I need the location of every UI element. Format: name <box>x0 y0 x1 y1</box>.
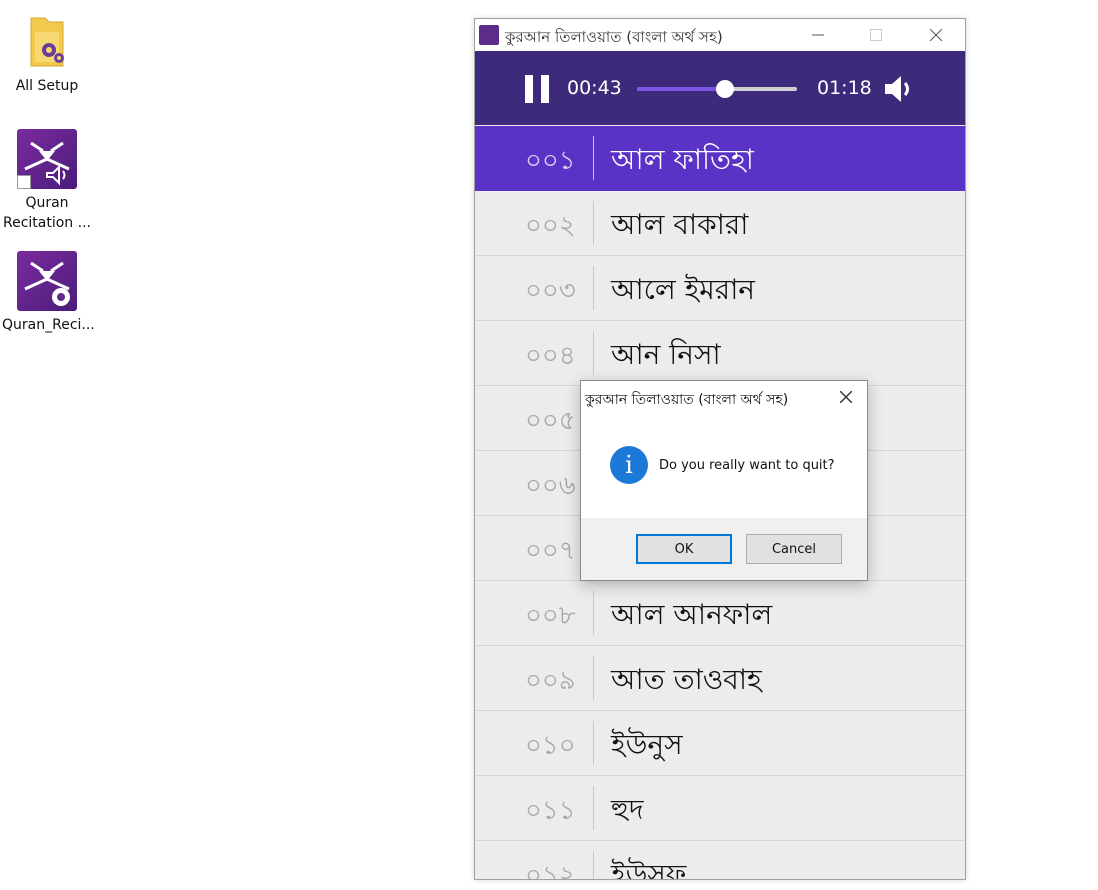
surah-name: আল আনফাল <box>611 598 773 631</box>
desktop-icon-label: Quran Recitation ... <box>3 195 91 231</box>
surah-name: আত তাওবাহ <box>611 663 762 696</box>
surah-name: আলে ইমরান <box>611 273 756 306</box>
surah-number: ০০৭ <box>525 536 576 566</box>
close-window-button[interactable] <box>907 19 965 51</box>
row-divider <box>593 266 594 310</box>
pause-button[interactable] <box>525 75 549 103</box>
row-divider <box>593 851 594 879</box>
close-icon <box>930 29 942 41</box>
quit-confirm-dialog: কুরআন তিলাওয়াত (বাংলা অর্থ সহ) i Do you… <box>580 380 868 581</box>
row-divider <box>593 136 594 180</box>
seek-slider-fill <box>637 87 725 91</box>
seek-slider[interactable] <box>637 80 797 98</box>
close-icon <box>840 391 852 403</box>
seek-slider-thumb[interactable] <box>716 80 734 98</box>
window-title: কুরআন তিলাওয়াত (বাংলা অর্থ সহ) <box>505 28 723 46</box>
elapsed-time: 00:43 <box>567 77 622 99</box>
surah-row[interactable]: ০১২ ইউসুফ <box>475 841 965 880</box>
audio-player-bar: 00:43 01:18 <box>475 51 965 125</box>
row-divider <box>593 591 594 635</box>
quran-speaker-icon <box>17 129 77 189</box>
surah-row[interactable]: ০০৩ আলে ইমরান <box>475 256 965 321</box>
app-logo-icon <box>479 25 499 45</box>
info-icon: i <box>610 446 648 484</box>
row-divider <box>593 786 594 830</box>
surah-number: ০১০ <box>525 731 576 761</box>
surah-number: ০০৪ <box>525 341 576 371</box>
dialog-message: Do you really want to quit? <box>659 458 835 473</box>
surah-row[interactable]: ০০৮ আল আনফাল <box>475 581 965 646</box>
shortcut-arrow-icon <box>17 175 31 189</box>
surah-name: আন নিসা <box>611 338 721 371</box>
surah-number: ০০৮ <box>525 601 576 631</box>
maximize-button[interactable] <box>847 19 905 51</box>
maximize-icon <box>870 29 882 41</box>
surah-number: ০০৫ <box>525 406 576 436</box>
surah-row[interactable]: ০০৯ আত তাওবাহ <box>475 646 965 711</box>
surah-name: ইউনুস <box>611 728 683 761</box>
cancel-button[interactable]: Cancel <box>746 534 842 564</box>
volume-icon <box>885 76 909 102</box>
window-titlebar[interactable]: কুরআন তিলাওয়াত (বাংলা অর্থ সহ) <box>475 19 965 51</box>
surah-row[interactable]: ০১০ ইউনুস <box>475 711 965 776</box>
minimize-button[interactable] <box>789 19 847 51</box>
surah-name: হুদ <box>611 793 644 826</box>
desktop-icon-label: Quran_Reci... <box>2 317 95 333</box>
quran-gear-icon <box>17 251 77 311</box>
row-divider <box>593 656 594 700</box>
desktop-icon-all-setup[interactable]: All Setup <box>2 12 92 96</box>
surah-number: ০০১ <box>525 146 576 176</box>
dialog-title: কুরআন তিলাওয়াত (বাংলা অর্থ সহ) <box>585 392 789 408</box>
surah-name: ইউসুফ <box>611 858 687 880</box>
surah-row[interactable]: ০০২ আল বাকারা <box>475 191 965 256</box>
dialog-footer: OK Cancel <box>581 518 867 580</box>
desktop-icon-quran-setup[interactable]: Quran_Reci... <box>2 251 95 335</box>
row-divider <box>593 201 594 245</box>
volume-button[interactable] <box>883 73 917 105</box>
surah-name: আল ফাতিহা <box>611 143 754 176</box>
desktop-icon-quran-recitation[interactable]: Quran Recitation ... <box>2 129 92 233</box>
surah-number: ০০২ <box>525 211 576 241</box>
surah-number: ০০৯ <box>525 666 576 696</box>
row-divider <box>593 331 594 375</box>
desktop-icon-label: All Setup <box>15 78 79 94</box>
surah-number: ০১১ <box>525 796 576 826</box>
surah-row[interactable]: ০০১ আল ফাতিহা <box>475 126 965 191</box>
total-time: 01:18 <box>817 77 872 99</box>
pause-icon <box>525 75 533 103</box>
surah-number: ০০৬ <box>525 471 576 501</box>
folder-gear-icon <box>17 12 77 72</box>
dialog-close-button[interactable] <box>833 385 859 409</box>
surah-row[interactable]: ০০৪ আন নিসা <box>475 321 965 386</box>
surah-number: ০০৩ <box>525 276 576 306</box>
surah-name: আল বাকারা <box>611 208 749 241</box>
surah-row[interactable]: ০১১ হুদ <box>475 776 965 841</box>
surah-number: ০১২ <box>525 861 576 880</box>
row-divider <box>593 721 594 765</box>
ok-button[interactable]: OK <box>636 534 732 564</box>
minimize-icon <box>812 34 824 36</box>
